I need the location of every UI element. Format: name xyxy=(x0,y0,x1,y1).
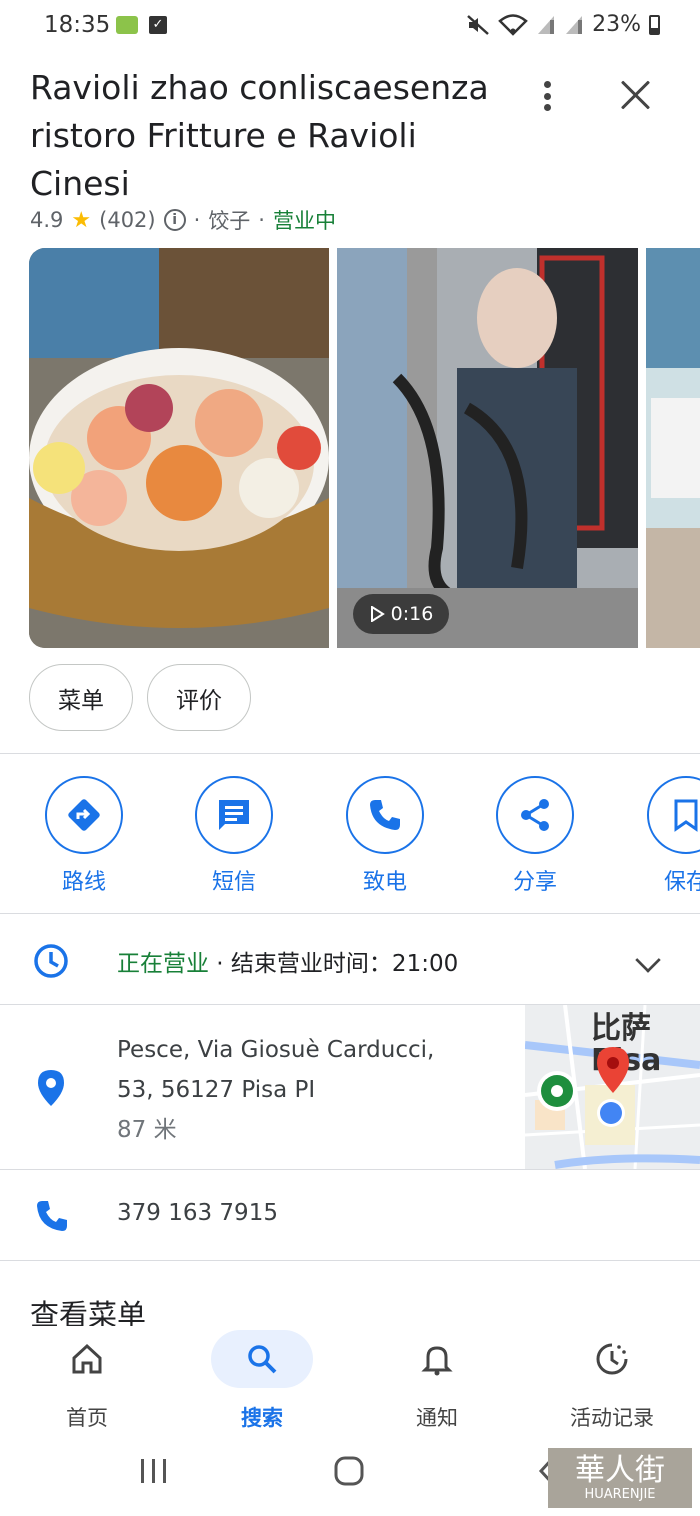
nav-activity[interactable]: 活动记录 xyxy=(552,1326,672,1432)
activity-history-icon xyxy=(596,1343,628,1375)
open-now-label: 正在营业 xyxy=(117,951,209,977)
red-pin-icon xyxy=(597,1047,629,1093)
phone-number[interactable]: 379 163 7915 xyxy=(117,1200,278,1226)
closing-time: · 结束营业时间：21:00 xyxy=(209,951,459,977)
watermark-logo: 華人街 HUARENJIE xyxy=(548,1448,692,1508)
poi-marker-icon xyxy=(537,1071,577,1111)
bottom-navigation: 首页 搜索 通知 活动记录 xyxy=(0,1326,700,1436)
checkbox-notification-icon: ✓ xyxy=(149,16,167,34)
separator-dot: · xyxy=(258,208,265,232)
message-notification-icon xyxy=(116,16,138,34)
directions-label: 路线 xyxy=(61,870,106,895)
phone-icon xyxy=(37,1201,67,1231)
status-bar: 18:35 ✓ 23% xyxy=(0,0,700,54)
food-photo[interactable] xyxy=(29,248,329,648)
interior-photo[interactable] xyxy=(646,248,700,648)
search-icon xyxy=(248,1345,277,1374)
open-status: 营业中 xyxy=(272,209,336,233)
review-count[interactable]: (402) xyxy=(99,208,155,232)
share-label: 分享 xyxy=(512,870,557,895)
battery-percent: 23% xyxy=(592,12,641,37)
battery-icon xyxy=(649,14,660,35)
message-icon xyxy=(219,800,249,830)
call-label: 致电 xyxy=(362,870,407,895)
phone-icon xyxy=(370,800,400,830)
mute-icon xyxy=(467,14,489,35)
home-system-icon[interactable] xyxy=(333,1456,365,1486)
video-thumbnail[interactable]: 0:16 xyxy=(337,248,638,648)
address-line-2: 53, 56127 Pisa PI xyxy=(117,1077,316,1103)
call-button[interactable]: 致电 xyxy=(325,776,445,896)
address-block[interactable]: Pesce, Via Giosuè Carducci, 53, 56127 Pi… xyxy=(117,1030,497,1150)
location-pin-icon xyxy=(38,1070,64,1106)
reviews-chip[interactable]: 评价 xyxy=(147,664,251,731)
info-icon[interactable]: i xyxy=(163,209,186,231)
action-buttons: 路线 短信 致电 分享 保存 xyxy=(0,776,700,896)
directions-icon xyxy=(68,799,100,831)
nav-notifications-label: 通知 xyxy=(416,1406,458,1430)
nav-search-label: 搜索 xyxy=(241,1406,283,1430)
more-options-button[interactable] xyxy=(532,78,562,114)
rating-value: 4.9 xyxy=(30,208,64,232)
recent-apps-icon[interactable] xyxy=(138,1456,170,1486)
nav-home-label: 首页 xyxy=(66,1406,108,1430)
bell-icon xyxy=(421,1346,453,1376)
address-line-1: Pesce, Via Giosuè Carducci, xyxy=(117,1037,435,1063)
separator-dot: · xyxy=(193,208,201,232)
photo-carousel[interactable]: 0:16 xyxy=(29,248,700,648)
share-button[interactable]: 分享 xyxy=(475,776,595,896)
home-icon xyxy=(72,1343,102,1374)
divider xyxy=(0,753,700,754)
divider xyxy=(0,1260,700,1261)
save-label: 保存 xyxy=(663,870,700,895)
hours-text[interactable]: 正在营业 · 结束营业时间：21:00 xyxy=(117,944,458,978)
video-duration-badge: 0:16 xyxy=(353,594,449,634)
star-icon: ★ xyxy=(71,207,92,233)
status-time: 18:35 xyxy=(44,12,111,38)
signal-icon-1 xyxy=(538,15,555,34)
current-location-icon xyxy=(597,1099,625,1127)
nav-home[interactable]: 首页 xyxy=(27,1326,147,1432)
save-button[interactable]: 保存 xyxy=(626,776,700,896)
nav-notifications[interactable]: 通知 xyxy=(377,1326,497,1432)
mini-map[interactable]: 比萨 Pisa xyxy=(525,1005,700,1169)
nav-search[interactable]: 搜索 xyxy=(202,1326,322,1432)
signal-icon-2 xyxy=(566,15,583,34)
rating-line: 4.9 ★ (402) i · 饺子 · 营业中 xyxy=(30,205,336,235)
status-right: 23% xyxy=(466,12,660,37)
sms-button[interactable]: 短信 xyxy=(174,776,294,896)
directions-button[interactable]: 路线 xyxy=(24,776,144,896)
category: 饺子 xyxy=(208,209,251,233)
chips-row: 菜单 评价 xyxy=(29,664,251,731)
place-title: Ravioli zhao conliscaesenza ristoro Frit… xyxy=(30,68,489,203)
divider xyxy=(0,1169,700,1170)
sms-label: 短信 xyxy=(211,870,256,895)
play-icon xyxy=(370,606,385,622)
share-icon xyxy=(521,799,549,831)
wifi-icon xyxy=(498,13,528,36)
clock-icon xyxy=(34,944,68,978)
close-icon[interactable] xyxy=(616,76,654,114)
bookmark-icon xyxy=(674,799,698,832)
nav-activity-label: 活动记录 xyxy=(570,1406,654,1430)
menu-chip[interactable]: 菜单 xyxy=(29,664,133,731)
video-duration: 0:16 xyxy=(390,603,434,625)
distance: 87 米 xyxy=(117,1117,177,1143)
